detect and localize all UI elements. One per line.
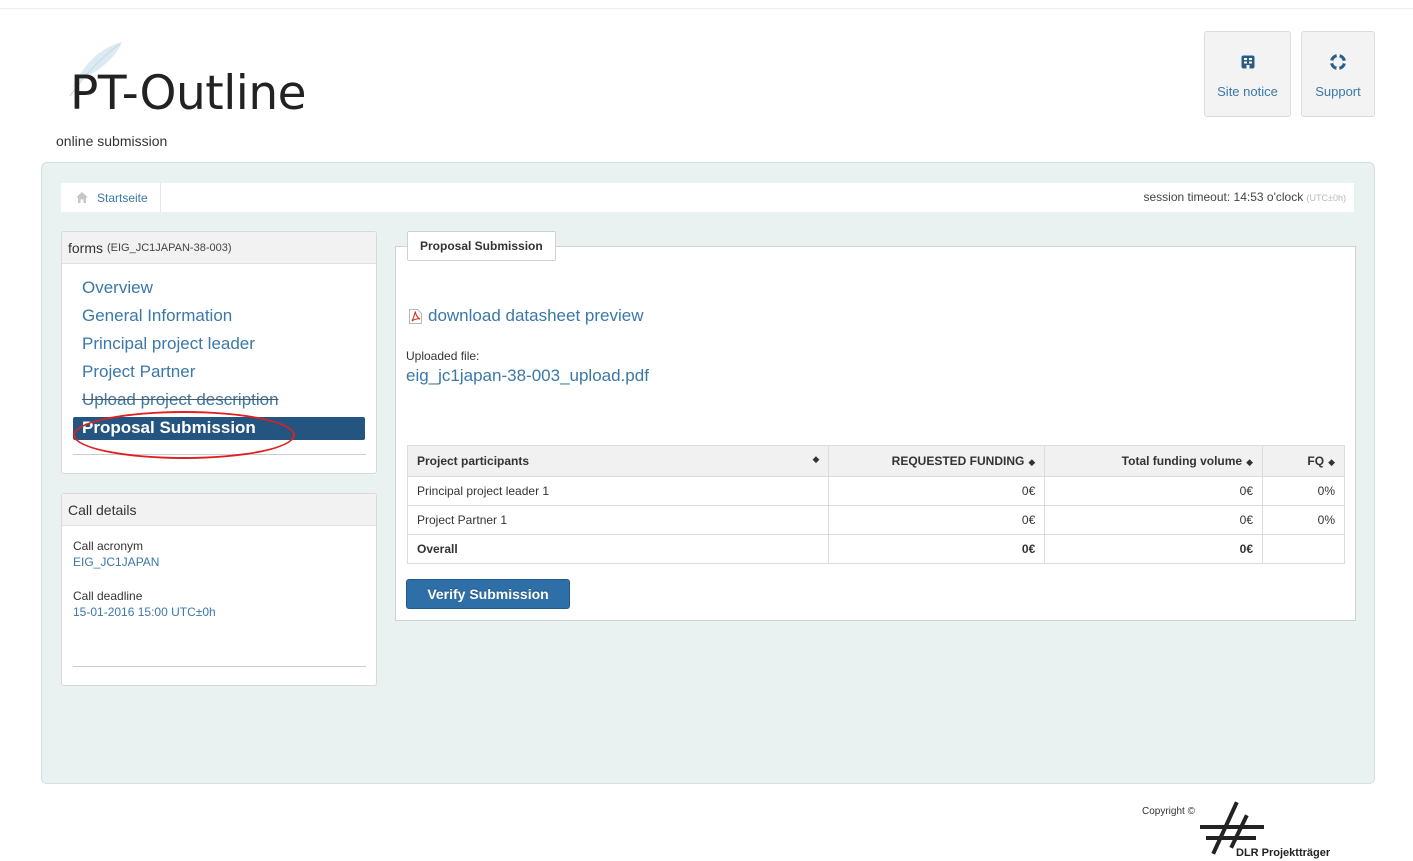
session-timeout-text: session timeout: 14:53 o'clock [1143,190,1304,204]
session-timezone: (UTC±0h) [1306,193,1346,203]
forms-divider [73,454,366,455]
nav-item-upload-project-description[interactable]: Upload project description [62,389,376,417]
site-notice-label: Site notice [1217,84,1278,99]
dlr-brand-text: DLR Projektträger [1236,847,1331,859]
nav-item-principal-project-leader[interactable]: Principal project leader [62,333,376,361]
table-row: Principal project leader 1 0€ 0€ 0% [406,476,1345,506]
table-row-overall: Overall 0€ 0€ [406,534,1345,564]
cell-fq: 0% [1262,476,1345,506]
col-total-funding-volume[interactable]: Total funding volume ◆ [1044,445,1264,477]
uploaded-file-link[interactable]: eig_jc1japan-38-003_upload.pdf [406,366,649,386]
nav-item-overview[interactable]: Overview [62,277,376,305]
call-details-divider [73,666,366,667]
table-row: Project Partner 1 0€ 0€ 0% [406,505,1345,535]
forms-header: forms (EIG_JC1JAPAN-38-003) [62,232,376,264]
cell-requested-funding: 0€ [828,505,1046,535]
cell-total-funding: 0€ [1044,505,1264,535]
call-details-panel: Call details Call acronym EIG_JC1JAPAN C… [61,493,377,686]
call-acronym-label: Call acronym [73,539,144,553]
building-icon [1241,55,1254,69]
sort-icon: ◆ [1246,457,1254,467]
proposal-submission-panel [395,246,1356,621]
site-notice-button[interactable]: Site notice [1204,31,1291,117]
call-details-header: Call details [62,494,376,526]
copyright-text: Copyright © [1142,806,1195,817]
breadcrumb-home-label: Startseite [97,190,148,205]
cell-total-funding: 0€ [1044,534,1264,564]
breadcrumb-home[interactable]: Startseite [61,183,161,212]
col-requested-funding-label: REQUESTED FUNDING [891,454,1025,468]
sort-icon: ◆ [1028,457,1036,467]
call-deadline-label: Call deadline [73,589,143,603]
col-total-funding-volume-label: Total funding volume [1121,454,1243,468]
col-requested-funding[interactable]: REQUESTED FUNDING ◆ [828,445,1046,477]
cell-participant: Principal project leader 1 [406,476,830,506]
call-deadline-value: 15-01-2016 15:00 UTC±0h [73,605,216,619]
col-project-participants[interactable]: Project participants ◆ [406,445,830,477]
proposal-submission-legend: Proposal Submission [407,231,556,261]
cell-requested-funding: 0€ [828,476,1046,506]
verify-submission-button[interactable]: Verify Submission [406,579,570,609]
col-fq-label: FQ [1307,454,1325,468]
breadcrumb-bar: Startseite session timeout: 14:53 o'cloc… [61,183,1354,212]
call-details-body: Call acronym EIG_JC1JAPAN Call deadline … [62,526,376,620]
cell-participant: Project Partner 1 [406,505,830,535]
nav-item-proposal-submission[interactable]: Proposal Submission [73,417,365,440]
download-datasheet-label: download datasheet preview [428,306,644,325]
cell-fq [1262,534,1345,564]
cell-requested-funding: 0€ [828,534,1046,564]
forms-panel: forms (EIG_JC1JAPAN-38-003) Overview Gen… [61,231,377,474]
support-button[interactable]: Support [1301,31,1375,117]
support-label: Support [1315,84,1361,99]
lifebuoy-icon [1330,54,1346,70]
col-project-participants-label: Project participants [417,454,530,468]
nav-item-general-information[interactable]: General Information [62,305,376,333]
table-header-row: Project participants ◆ REQUESTED FUNDING ◆… [406,445,1345,477]
participants-table: Project participants ◆ REQUESTED FUNDING ◆… [406,445,1345,564]
col-fq[interactable]: FQ ◆ [1262,445,1345,477]
tagline: online submission [56,133,168,149]
uploaded-file-label: Uploaded file: [406,349,480,363]
session-timeout: session timeout: 14:53 o'clock (UTC±0h) [1143,190,1346,204]
home-icon [76,192,88,203]
cell-participant: Overall [406,534,830,564]
call-acronym-value: EIG_JC1JAPAN [73,555,160,569]
sort-icon: ◆ [812,454,820,464]
top-divider [0,8,1413,9]
forms-id: (EIG_JC1JAPAN-38-003) [107,241,232,254]
pdf-icon [409,308,422,324]
forms-title: forms [68,239,103,256]
forms-nav: Overview General Information Principal p… [62,264,376,440]
main-panel: Startseite session timeout: 14:53 o'cloc… [41,162,1375,784]
download-datasheet-link[interactable]: download datasheet preview [407,306,643,326]
logo-text: PT-Outline [70,66,307,121]
sort-icon: ◆ [1328,457,1335,467]
app-logo[interactable]: PT-Outline [50,38,380,128]
cell-total-funding: 0€ [1044,476,1264,506]
cell-fq: 0% [1262,505,1345,535]
nav-item-project-partner[interactable]: Project Partner [62,361,376,389]
